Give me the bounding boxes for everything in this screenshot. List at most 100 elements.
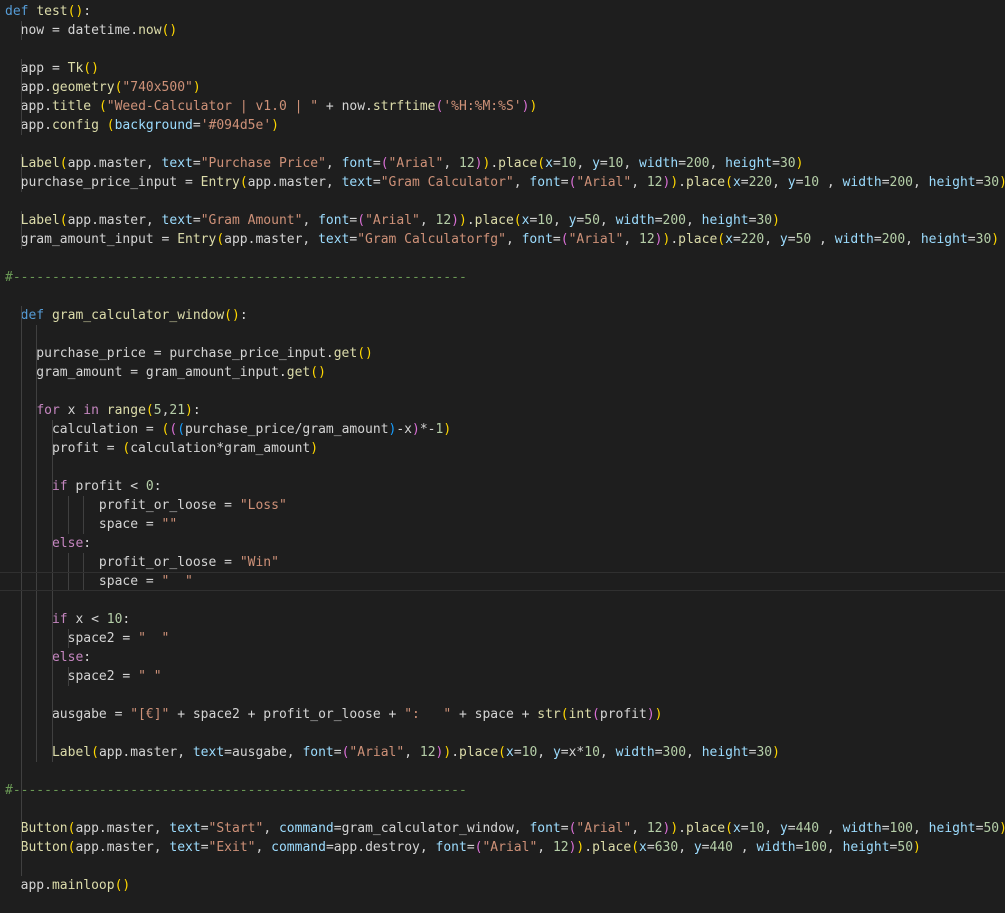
code-token: () [161,23,178,38]
code-token: ( [177,422,186,437]
code-line[interactable]: Label(app.master, text=ausgabe, font=("A… [0,743,1005,762]
code-line[interactable]: ausgabe = "[€]" + space2 + profit_or_loo… [0,705,1005,724]
code-token: 12 [646,821,663,836]
code-line[interactable]: if profit < 0: [0,477,1005,496]
code-token: ) [529,99,538,114]
code-token: 10 [803,175,820,190]
code-line[interactable]: Label(app.master, text="Gram Amount", fo… [0,211,1005,230]
code-line[interactable]: app.geometry("740x500") [0,78,1005,97]
indent-guide [20,173,22,192]
indent-guide [51,477,53,496]
code-token: place [498,156,538,171]
code-line[interactable] [0,40,1005,59]
code-token: "" [161,517,178,532]
code-token: =ausgabe, [224,745,303,760]
code-token: "Gram Calculator" [380,175,514,190]
code-line[interactable]: profit_or_loose = "Win" [0,553,1005,572]
code-line[interactable] [0,686,1005,705]
code-line[interactable]: profit_or_loose = "Loss" [0,496,1005,515]
code-line[interactable]: gram_amount = gram_amount_input.get() [0,363,1005,382]
code-token: ) [991,232,1000,247]
code-token: 12 [419,745,436,760]
code-line[interactable]: app = Tk() [0,59,1005,78]
code-token: else [51,650,84,665]
code-token: height [701,745,749,760]
code-line[interactable]: purchase_price = purchase_price_input.ge… [0,344,1005,363]
code-token: , [552,213,569,228]
code-token: width [756,840,796,855]
code-line[interactable] [0,591,1005,610]
code-line[interactable] [0,135,1005,154]
code-token: "Arial" [568,232,624,247]
code-line[interactable]: #---------------------------------------… [0,268,1005,287]
code-token: config [51,118,99,133]
code-line[interactable]: def gram_calculator_window(): [0,306,1005,325]
indent-guide [20,781,22,800]
code-line[interactable]: space = "" [0,515,1005,534]
code-token: = [732,232,741,247]
code-token: ( [216,232,225,247]
code-token: purchase_price/gram_amount [185,422,389,437]
code-line[interactable]: space2 = " " [0,667,1005,686]
code-line[interactable]: #---------------------------------------… [0,781,1005,800]
code-line[interactable]: calculation = (((purchase_price/gram_amo… [0,420,1005,439]
code-line[interactable] [0,724,1005,743]
code-token: , [826,840,843,855]
indent-guide [20,610,22,629]
code-token: 200 [686,156,710,171]
code-editor[interactable]: def test(): now = datetime.now() app = T… [0,0,1005,913]
code-line[interactable]: if x < 10: [0,610,1005,629]
code-token: text [169,840,201,855]
code-line[interactable]: purchase_price_input = Entry(app.master,… [0,173,1005,192]
code-line[interactable]: profit = (calculation*gram_amount) [0,439,1005,458]
code-line[interactable]: for x in range(5,21): [0,401,1005,420]
code-line[interactable]: Button(app.master, text="Start", command… [0,819,1005,838]
code-line[interactable]: else: [0,534,1005,553]
indent-guide [36,477,38,496]
code-line[interactable]: Label(app.master, text="Purchase Price",… [0,154,1005,173]
code-line[interactable] [0,382,1005,401]
code-line[interactable]: gram_amount_input = Entry(app.master, te… [0,230,1005,249]
code-line[interactable] [0,857,1005,876]
code-line[interactable] [0,249,1005,268]
code-line[interactable]: else: [0,648,1005,667]
code-line[interactable]: app.title ("Weed-Calculator | v1.0 | " +… [0,97,1005,116]
code-line[interactable]: space2 = " " [0,629,1005,648]
code-line[interactable]: now = datetime.now() [0,21,1005,40]
code-token: = [372,156,381,171]
code-token: 10 [521,745,538,760]
code-line[interactable]: app.mainloop() [0,876,1005,895]
indent-guide [51,743,53,762]
code-token: 10 [748,821,765,836]
code-token: Entry [200,175,240,190]
code-token: 630 [654,840,679,855]
code-line[interactable]: Button(app.master, text="Exit", command=… [0,838,1005,857]
code-token: "Arial" [482,840,538,855]
code-token: , [678,840,694,855]
code-token: ( [592,707,600,722]
code-line[interactable] [0,192,1005,211]
code-line[interactable]: space = " " [0,572,1005,591]
code-token: font [529,175,561,190]
code-token: , [599,745,616,760]
code-token: , [764,232,780,247]
code-line[interactable] [0,800,1005,819]
code-line[interactable]: app.config (background='#094d5e') [0,116,1005,135]
indent-guide [20,686,22,705]
code-token: =gram_calculator_window, [333,821,530,836]
code-token: 220 [740,232,765,247]
code-token: = [192,213,201,228]
indent-guide [36,667,38,686]
code-line[interactable]: def test(): [0,2,1005,21]
indent-guide [36,382,38,401]
code-line[interactable] [0,762,1005,781]
code-line[interactable] [0,287,1005,306]
code-line[interactable] [0,325,1005,344]
code-token: font [341,156,373,171]
indent-guide [51,439,53,458]
code-line[interactable] [0,458,1005,477]
code-token: = [599,156,608,171]
